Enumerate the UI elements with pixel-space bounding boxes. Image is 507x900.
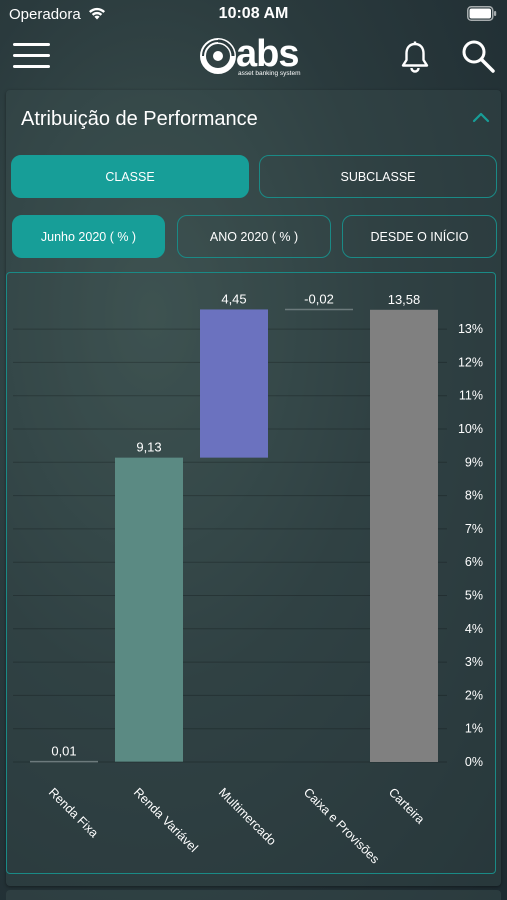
y-tick-label: 7% bbox=[465, 522, 483, 536]
y-tick-label: 10% bbox=[458, 422, 483, 436]
x-tick-label: Carteira bbox=[386, 785, 427, 826]
y-tick-label: 6% bbox=[465, 555, 483, 569]
chevron-up-icon[interactable] bbox=[471, 110, 491, 124]
x-tick-label: Multimercado bbox=[216, 785, 279, 848]
bar bbox=[115, 457, 183, 762]
next-card-edge bbox=[6, 890, 501, 900]
nav-bar: abs asset banking system bbox=[0, 28, 507, 84]
search-icon[interactable] bbox=[460, 38, 496, 74]
data-label: 0,01 bbox=[51, 744, 76, 759]
period-junho-2020-button[interactable]: Junho 2020 ( % ) bbox=[12, 215, 165, 258]
y-tick-label: 1% bbox=[465, 722, 483, 736]
battery-icon bbox=[467, 6, 497, 21]
tab-classe-label: CLASSE bbox=[105, 169, 155, 184]
x-tick-label: Renda Variável bbox=[131, 785, 201, 855]
tab-classe[interactable]: CLASSE bbox=[11, 155, 249, 198]
logo-tagline: asset banking system bbox=[238, 70, 301, 77]
period-inicio-label: DESDE O INÍCIO bbox=[370, 229, 469, 244]
data-label: 13,58 bbox=[388, 292, 421, 307]
tab-subclasse[interactable]: SUBCLASSE bbox=[259, 155, 497, 198]
data-label: 4,45 bbox=[221, 291, 246, 306]
period-ano-label: ANO 2020 ( % ) bbox=[209, 229, 299, 244]
status-bar: Operadora 10:08 AM bbox=[0, 0, 507, 28]
card-title: Atribuição de Performance bbox=[21, 108, 258, 130]
bell-icon[interactable] bbox=[398, 40, 432, 74]
x-tick-label: Renda Fixa bbox=[46, 785, 101, 840]
app-logo: abs asset banking system bbox=[200, 33, 310, 80]
clock-label: 10:08 AM bbox=[218, 5, 289, 22]
tab-subclasse-label: SUBCLASSE bbox=[340, 169, 416, 184]
y-tick-label: 11% bbox=[459, 389, 483, 403]
chart-frame: 0% 1% 2% 3% 4% 5% 6% 7% 8% 9% 10% 11% 12% 13% 0,01 9,13… bbox=[6, 272, 496, 874]
period-ano-2020-button[interactable]: ANO 2020 ( % ) bbox=[177, 215, 331, 258]
data-label: -0,02 bbox=[304, 291, 334, 306]
y-tick-label: 4% bbox=[465, 622, 483, 636]
period-junho-label: Junho 2020 ( % ) bbox=[40, 229, 137, 244]
data-label: 9,13 bbox=[136, 440, 161, 455]
y-tick-label: 9% bbox=[465, 455, 483, 469]
y-tick-label: 2% bbox=[465, 688, 483, 702]
logo-wordmark: abs bbox=[236, 33, 299, 75]
y-tick-label: 0% bbox=[465, 755, 483, 769]
y-tick-label: 8% bbox=[465, 489, 483, 503]
menu-icon[interactable] bbox=[13, 42, 51, 70]
y-tick-label: 12% bbox=[458, 355, 483, 369]
y-tick-label: 13% bbox=[458, 322, 483, 336]
waterfall-chart: 0% 1% 2% 3% 4% 5% 6% 7% 8% 9% 10% 11% 12% 13% 0,01 9,13… bbox=[13, 291, 483, 866]
bar bbox=[370, 309, 438, 762]
y-tick-label: 3% bbox=[465, 655, 483, 669]
x-tick-label: Caixa e Provisões bbox=[301, 785, 382, 866]
period-desde-inicio-button[interactable]: DESDE O INÍCIO bbox=[342, 215, 497, 258]
bar bbox=[200, 309, 268, 458]
logo-mark-icon bbox=[200, 38, 236, 74]
y-tick-label: 5% bbox=[465, 589, 483, 603]
